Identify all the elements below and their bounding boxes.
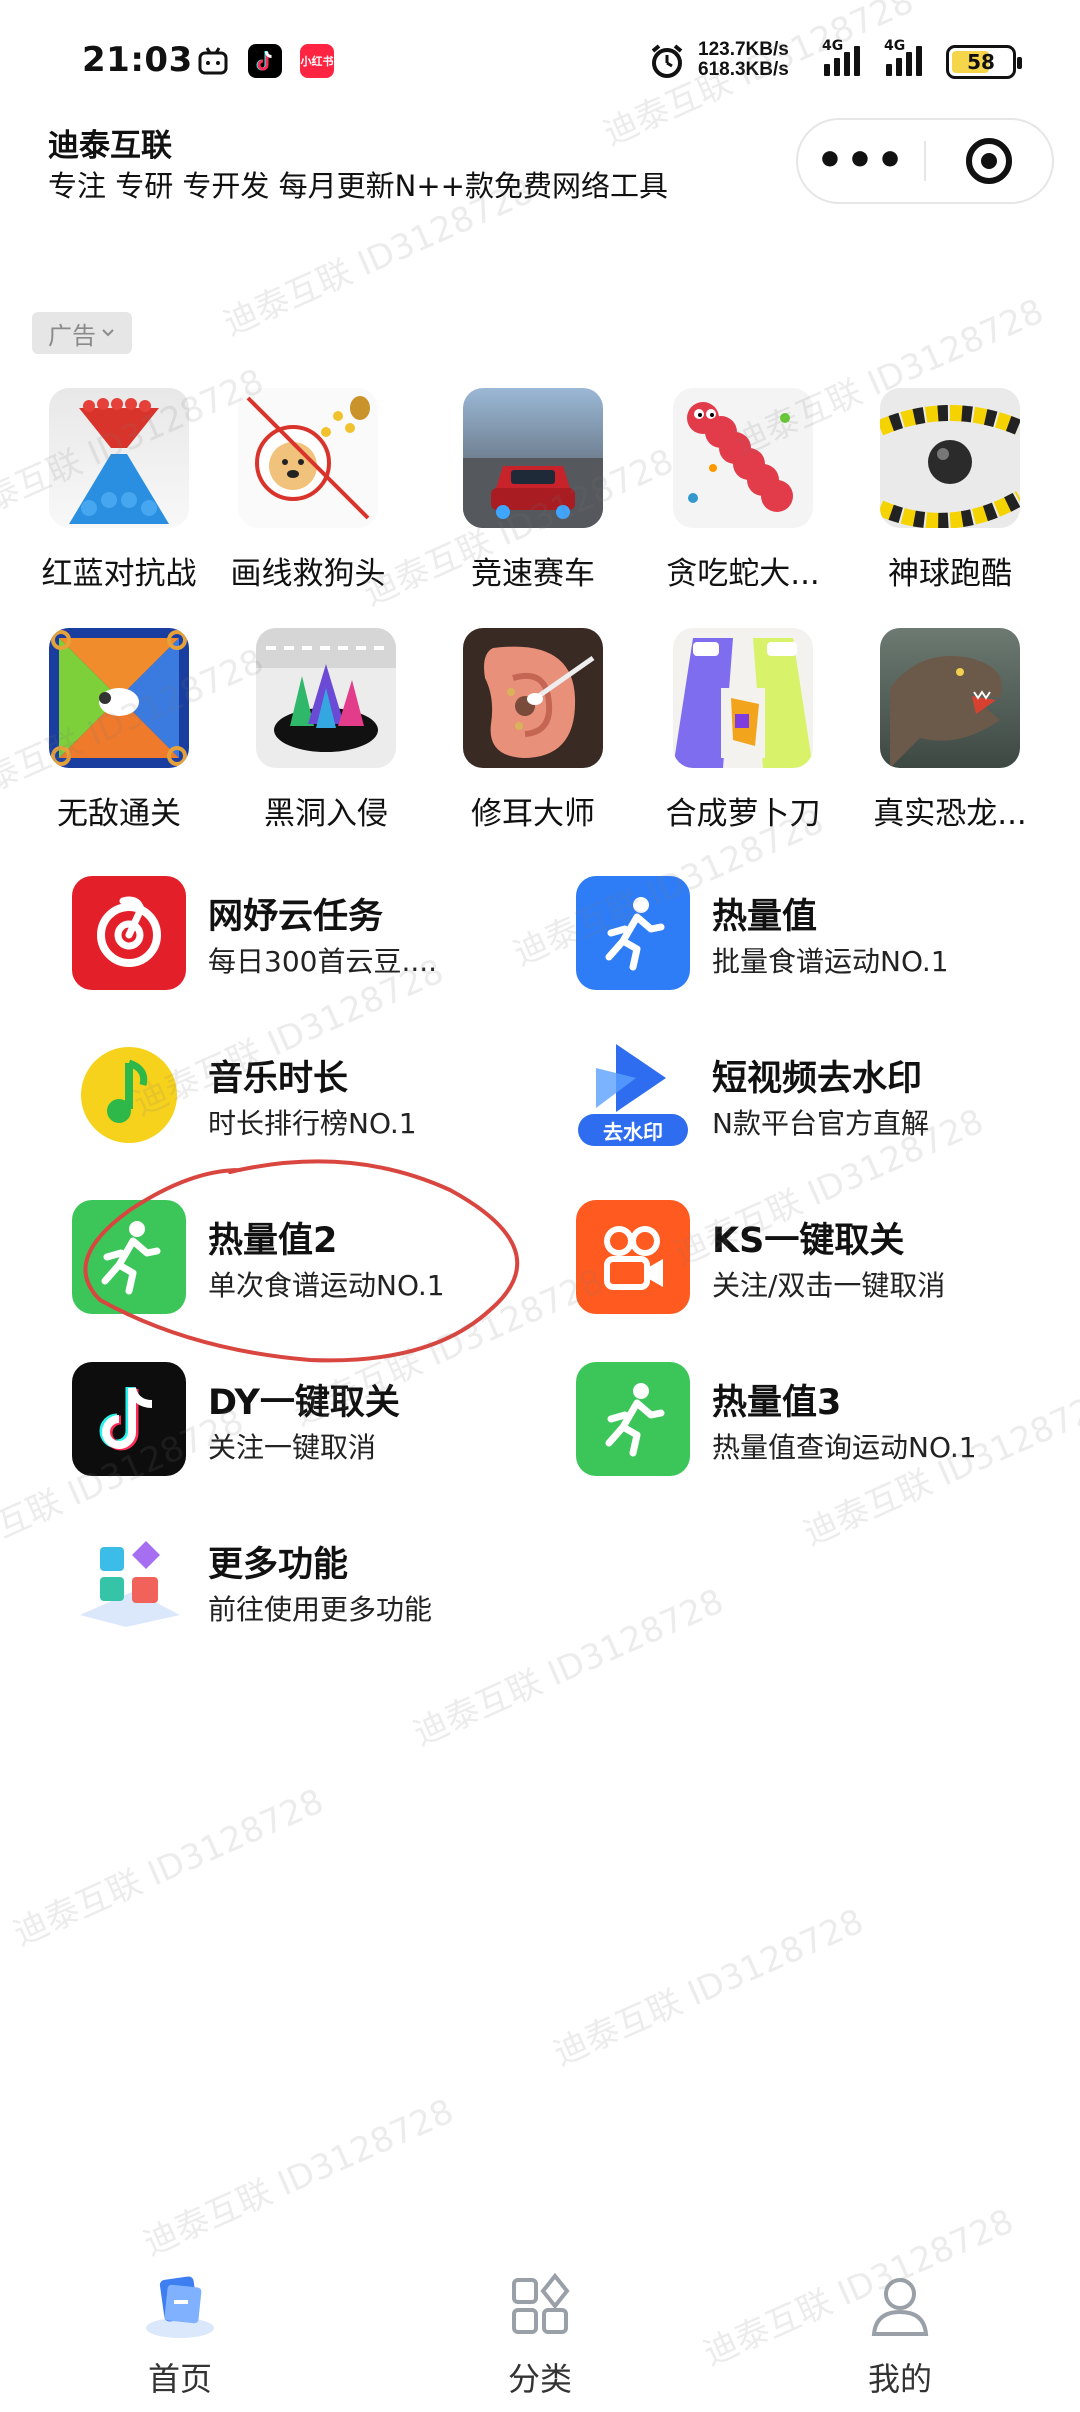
game-item[interactable]: 神球跑酷 [862,388,1038,593]
watermark-badge: 去水印 [578,1114,688,1146]
tiktok-icon [248,44,282,78]
annotation-circle [83,1159,520,1363]
tool-item[interactable]: KS一键取关 关注/双击一键取消 [576,1200,1076,1316]
tool-title: 更多功能 [208,1545,349,1585]
tool-title: 热量值3 [712,1383,842,1423]
qq-music-icon [72,1038,186,1152]
game-name: 真实恐龙... [873,796,1027,832]
tool-item[interactable]: 更多功能 前往使用更多功能 [72,1524,572,1640]
tool-item[interactable]: 去水印 短视频去水印 N款平台官方直解 [576,1038,1076,1154]
game-name: 神球跑酷 [888,556,1012,592]
kuaishou-icon [576,1200,690,1314]
game-item[interactable]: 合成萝卜刀 [655,628,831,833]
tool-description: 批量食谱运动NO.1 [712,945,949,978]
tool-description: 热量值查询运动NO.1 [712,1431,977,1464]
ball-run-icon [880,388,1020,528]
dinosaur-icon [880,628,1020,768]
mini-program-title: 迪泰互联 [48,128,172,164]
game-name: 黑洞入侵 [264,796,388,832]
netease-music-icon [72,876,186,990]
tool-description: 关注一键取消 [208,1431,377,1464]
tool-title: 热量值 [712,897,818,937]
watermark-text: 迪泰互联 ID3128728 [137,2091,460,2264]
game-name: 红蓝对抗战 [41,556,197,592]
more-options-button[interactable]: ••• [798,139,924,183]
remove-watermark-icon: 去水印 [576,1038,690,1152]
home-icon [144,2270,216,2342]
ad-tag[interactable]: 广告 [32,312,132,354]
game-name: 贪吃蛇大... [666,556,820,592]
tool-description: 关注/双击一键取消 [712,1269,946,1302]
capsule-menu: ••• [796,118,1054,204]
watermark-text: 迪泰互联 ID3128728 [7,1781,330,1954]
watermark-text: 迪泰互联 ID3128728 [547,1901,870,2074]
crowd-game-icon [49,388,189,528]
network-speed: 123.7KB/s 618.3KB/s [698,39,789,80]
tool-item[interactable]: 音乐时长 时长排行榜NO.1 [72,1038,572,1154]
game-item[interactable]: 黑洞入侵 [238,628,414,833]
tool-item[interactable]: 热量值3 热量值查询运动NO.1 [576,1362,1076,1478]
game-name: 合成萝卜刀 [665,796,821,832]
tool-title: 网妤云任务 [208,897,384,937]
profile-icon [864,2270,936,2342]
game-name: 竞速赛车 [471,556,595,592]
tool-description: 前往使用更多功能 [208,1593,433,1626]
game-name: 画线救狗头 [230,556,386,592]
game-item[interactable]: 红蓝对抗战 [31,388,207,593]
signal-icon: 4G [822,38,860,76]
doge-game-icon [238,388,378,528]
game-item[interactable]: 贪吃蛇大... [655,388,831,593]
signal-icon: 4G [884,38,922,76]
game-item[interactable]: 画线救狗头 [220,388,396,593]
mini-program-subtitle: 专注 专研 专开发 每月更新N++款免费网络工具 [48,169,668,203]
clock: 21:03 [82,40,193,80]
nav-item-home[interactable]: 首页 [90,2270,270,2400]
tool-description: 每日300首云豆.... [208,945,438,978]
game-item[interactable]: 修耳大师 [445,628,621,833]
game-name: 修耳大师 [471,796,595,832]
game-item[interactable]: 真实恐龙... [862,628,1038,833]
running-icon [576,1362,690,1476]
tool-title: 短视频去水印 [712,1059,923,1099]
game-name: 无敌通关 [57,796,181,832]
bottom-nav: 首页 分类 我的 [0,2250,1080,2412]
status-bar: 21:03 小红书 123.7KB/s 618.3KB/s 4G 4G 58 [0,0,1080,120]
black-hole-icon [256,628,396,768]
nav-item-category[interactable]: 分类 [450,2270,630,2400]
ear-cleaning-icon [463,628,603,768]
alarm-icon [648,42,686,89]
tool-description: N款平台官方直解 [712,1107,929,1140]
bilibili-icon [196,44,230,78]
game-item[interactable]: 无敌通关 [31,628,207,833]
tool-title: DY一键取关 [208,1383,400,1423]
nav-item-profile[interactable]: 我的 [810,2270,990,2400]
close-icon [965,138,1012,184]
category-icon [504,2270,576,2342]
running-icon [576,876,690,990]
carrot-knife-icon [673,628,813,768]
tool-description: 时长排行榜NO.1 [208,1107,417,1140]
battery-icon: 58 [946,45,1022,79]
nav-label: 首页 [147,2360,212,2398]
xiaohongshu-icon: 小红书 [300,44,334,78]
nav-label: 分类 [507,2360,572,2398]
sheep-puzzle-icon [49,628,189,768]
tool-item[interactable]: 网妤云任务 每日300首云豆.... [72,876,572,992]
nav-label: 我的 [867,2360,932,2398]
tool-title: 音乐时长 [208,1059,349,1099]
tool-title: KS一键取关 [712,1221,905,1261]
tool-item[interactable]: 热量值 批量食谱运动NO.1 [576,876,1076,992]
snake-icon [673,388,813,528]
more-apps-icon [72,1524,186,1638]
chevron-down-icon [102,329,114,337]
race-car-icon [463,388,603,528]
close-mini-program-button[interactable] [926,138,1052,184]
game-item[interactable]: 竞速赛车 [445,388,621,593]
